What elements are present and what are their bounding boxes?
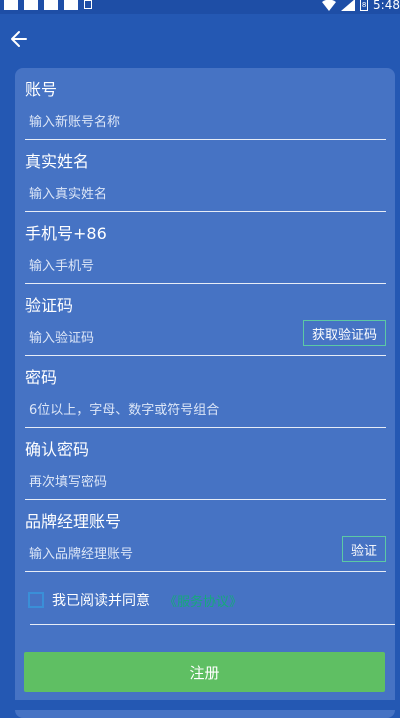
password-label: 密码: [25, 368, 58, 387]
real-name-input[interactable]: [29, 184, 279, 204]
agreement-row: 我已阅读并同意 《服务协议》: [28, 590, 242, 610]
account-label: 账号: [25, 80, 58, 99]
status-bar: 8 5:48: [0, 0, 400, 14]
agree-text: 我已阅读并同意: [52, 593, 150, 609]
verify-code-label: 验证码: [25, 296, 74, 315]
phone-input[interactable]: [29, 256, 279, 276]
brand-manager-input[interactable]: [29, 544, 279, 564]
notification-icon: [64, 0, 78, 10]
verify-code-input[interactable]: [29, 328, 279, 348]
divider: [30, 624, 395, 625]
phone-label: 手机号+86: [25, 224, 107, 243]
register-button[interactable]: 注册: [24, 652, 385, 692]
bottom-strip: [0, 700, 400, 710]
register-form-card: 账号 真实姓名 手机号+86 验证码 获取验证码 密码 确认密码 品牌经理账号 …: [15, 68, 395, 718]
battery-icon: 8: [360, 0, 369, 11]
notification-icon: [24, 0, 38, 10]
get-code-button[interactable]: 获取验证码: [302, 320, 386, 346]
sim-icon: [84, 0, 92, 9]
password-field: 密码: [25, 356, 386, 428]
real-name-label: 真实姓名: [25, 152, 90, 171]
clock: 5:48: [373, 0, 400, 12]
account-input[interactable]: [29, 112, 279, 132]
agree-checkbox[interactable]: [28, 592, 44, 608]
brand-manager-field: 品牌经理账号 验证: [25, 500, 386, 572]
account-field: 账号: [25, 68, 386, 140]
signal-icon: [341, 0, 356, 11]
confirm-password-field: 确认密码: [25, 428, 386, 500]
wifi-icon: [322, 0, 337, 11]
service-agreement-link[interactable]: 《服务协议》: [164, 591, 242, 610]
real-name-field: 真实姓名: [25, 140, 386, 212]
brand-manager-label: 品牌经理账号: [25, 512, 122, 531]
confirm-password-input[interactable]: [29, 472, 279, 492]
back-arrow-icon[interactable]: [8, 28, 30, 50]
confirm-password-label: 确认密码: [25, 440, 90, 459]
phone-field: 手机号+86: [25, 212, 386, 284]
password-input[interactable]: [29, 400, 349, 420]
notification-icon: [44, 0, 58, 10]
divider: [25, 571, 386, 572]
verify-code-field: 验证码 获取验证码: [25, 284, 386, 356]
notification-icon: [4, 0, 18, 10]
verify-button[interactable]: 验证: [341, 536, 386, 562]
